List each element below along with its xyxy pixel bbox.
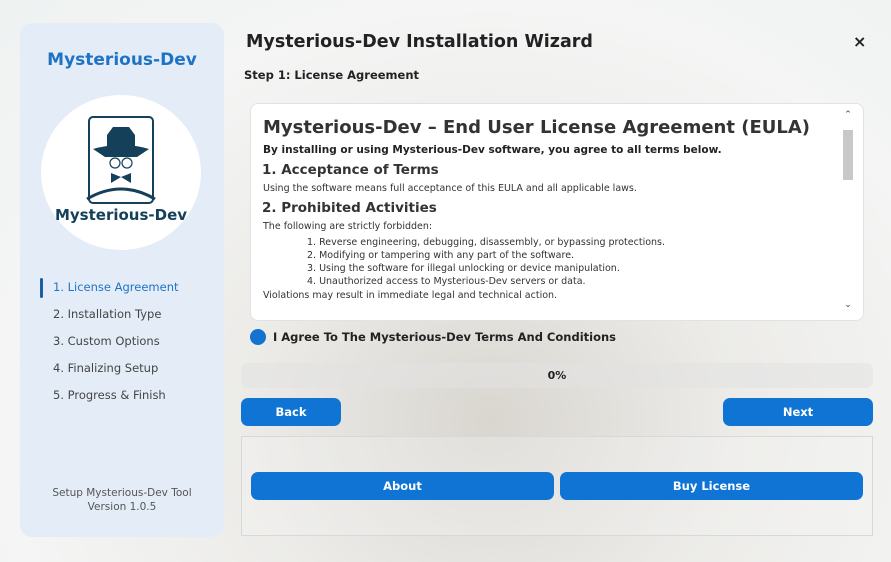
- brand-title: Mysterious-Dev: [47, 50, 197, 70]
- step-finalizing-setup[interactable]: 4. Finalizing Setup: [40, 359, 179, 386]
- page-title: Mysterious-Dev Installation Wizard: [246, 32, 593, 52]
- eula-lead: By installing or using Mysterious-Dev so…: [263, 144, 722, 156]
- list-item: 2. Modifying or tampering with any part …: [307, 250, 575, 261]
- list-item: 4. Unauthorized access to Mysterious-Dev…: [307, 276, 586, 287]
- eula-title: Mysterious-Dev – End User License Agreem…: [263, 117, 810, 138]
- scrollbar[interactable]: ⌃ ⌄: [841, 110, 855, 314]
- radio-checked-icon[interactable]: [250, 329, 266, 345]
- scrollbar-thumb[interactable]: [843, 130, 853, 180]
- section-2-footer: Violations may result in immediate legal…: [263, 290, 558, 301]
- step-license-agreement[interactable]: 1. License Agreement: [40, 278, 179, 305]
- list-item: 1. Reverse engineering, debugging, disas…: [307, 237, 666, 248]
- step-installation-type[interactable]: 2. Installation Type: [40, 305, 179, 332]
- about-button[interactable]: About: [251, 472, 554, 500]
- detective-logo-icon: [86, 116, 156, 204]
- footer-line-2: Version 1.0.5: [87, 501, 157, 513]
- sidebar: Mysterious-Dev Mysterious-Dev 1. License…: [20, 23, 224, 537]
- scroll-down-icon[interactable]: ⌄: [841, 300, 855, 314]
- step-custom-options[interactable]: 3. Custom Options: [40, 332, 179, 359]
- step-list: 1. License Agreement 2. Installation Typ…: [40, 278, 179, 413]
- buy-license-button[interactable]: Buy License: [560, 472, 863, 500]
- progress-bar: 0%: [241, 363, 873, 388]
- version-info: Setup Mysterious-Dev Tool Version 1.0.5: [20, 486, 224, 514]
- logo-text: Mysterious-Dev: [54, 206, 188, 224]
- back-button[interactable]: Back: [241, 398, 341, 426]
- next-button[interactable]: Next: [723, 398, 873, 426]
- step-title: Step 1: License Agreement: [244, 68, 420, 82]
- eula-textbox[interactable]: Mysterious-Dev – End User License Agreem…: [250, 103, 864, 321]
- progress-label: 0%: [547, 369, 567, 382]
- logo: Mysterious-Dev: [41, 95, 201, 250]
- agree-label: I Agree To The Mysterious-Dev Terms And …: [273, 330, 617, 344]
- agree-radio[interactable]: I Agree To The Mysterious-Dev Terms And …: [250, 329, 616, 345]
- close-icon[interactable]: ×: [853, 32, 866, 51]
- section-2-heading: 2. Prohibited Activities: [262, 200, 437, 216]
- list-item: 3. Using the software for illegal unlock…: [307, 263, 620, 274]
- step-progress-finish[interactable]: 5. Progress & Finish: [40, 386, 179, 413]
- section-1-heading: 1. Acceptance of Terms: [262, 162, 439, 178]
- scroll-up-icon[interactable]: ⌃: [841, 110, 855, 124]
- section-1-text: Using the software means full acceptance…: [263, 183, 637, 194]
- footer-line-1: Setup Mysterious-Dev Tool: [52, 487, 192, 499]
- section-2-text: The following are strictly forbidden:: [263, 221, 433, 232]
- prohibited-list: 1. Reverse engineering, debugging, disas…: [307, 236, 833, 288]
